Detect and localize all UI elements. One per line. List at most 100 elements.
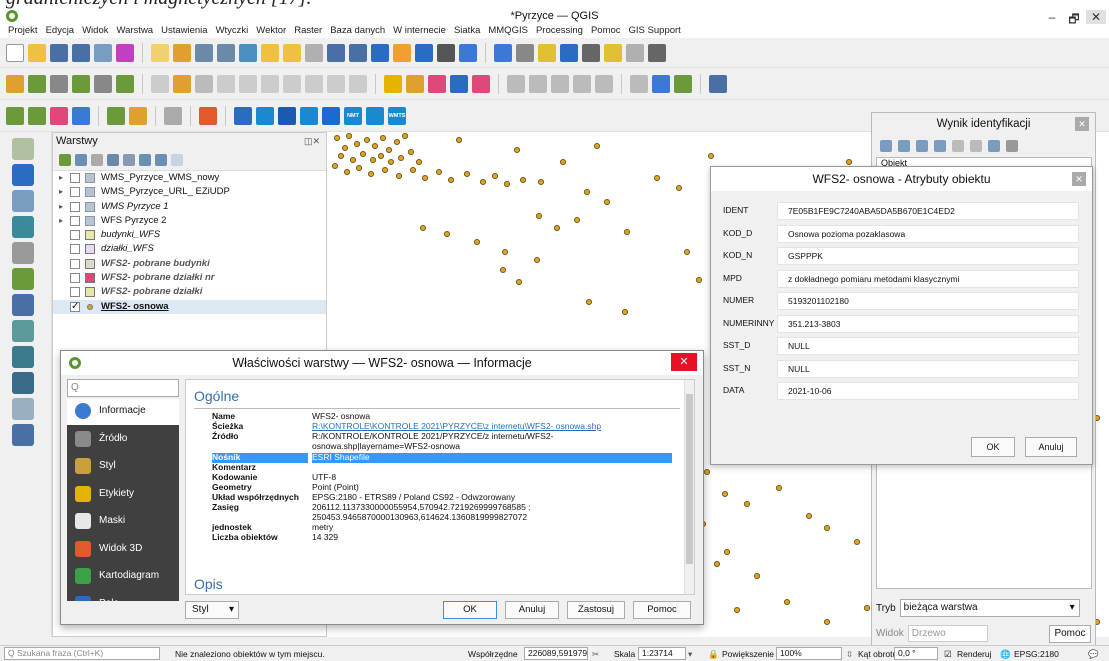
attribute-value-field[interactable]: z dokładnego pomiaru metodami klasycznym… — [777, 269, 1079, 288]
geodetic-point[interactable] — [337, 152, 344, 159]
layer-visibility-checkbox[interactable] — [70, 300, 80, 314]
layer-row[interactable]: ▸ WMS_Pyrzyce_URL_ EZiUDP — [53, 185, 326, 199]
toolbar-1-tool-icon-10[interactable] — [217, 74, 235, 93]
add-layer-icon-3[interactable] — [12, 216, 34, 238]
toolbar-1-tool-icon-14[interactable] — [305, 74, 323, 93]
add-layer-icon-6[interactable] — [12, 294, 34, 316]
menu-item-7[interactable]: Raster — [290, 24, 326, 38]
geodetic-point[interactable] — [499, 266, 506, 273]
menu-item-12[interactable]: Processing — [532, 24, 587, 38]
geodetic-point[interactable] — [573, 217, 580, 224]
geodetic-point[interactable] — [396, 173, 403, 180]
toolbar-0-tool-icon-24[interactable] — [516, 43, 534, 62]
geodetic-point[interactable] — [533, 257, 540, 264]
layer-row[interactable]: ▸ WMS Pyrzyce 1 — [53, 200, 326, 214]
add-layer-icon-7[interactable] — [12, 320, 34, 342]
toolbar-2-tool-icon-5[interactable] — [107, 106, 125, 125]
geodetic-point[interactable] — [805, 512, 812, 519]
scroll-thumb[interactable] — [686, 394, 693, 564]
close-window-button[interactable]: ✕ — [1086, 10, 1106, 24]
geodetic-point[interactable] — [723, 548, 730, 555]
toolbar-1-tool-icon-3[interactable] — [72, 74, 90, 93]
toolbar-1-tool-icon-30[interactable] — [630, 74, 648, 93]
toolbar-1-tool-icon-2[interactable] — [50, 74, 68, 93]
props-search-input[interactable]: Q — [67, 379, 179, 397]
geodetic-point[interactable] — [623, 229, 630, 236]
attribute-value-field[interactable]: 7E05B1FE9C7240ABA5DA5B670E1C4ED2 — [777, 202, 1079, 220]
toolbar-0-tool-icon-29[interactable] — [626, 43, 644, 62]
geodetic-point[interactable] — [343, 169, 350, 176]
toolbar-0-tool-icon-28[interactable] — [604, 43, 622, 62]
geodetic-point[interactable] — [559, 158, 566, 165]
add-layer-icon-1[interactable] — [12, 164, 34, 186]
geodetic-point[interactable] — [394, 139, 401, 145]
add-layer-icon-2[interactable] — [12, 190, 34, 212]
geodetic-point[interactable] — [721, 490, 728, 497]
toolbar-0-tool-icon-27[interactable] — [582, 43, 600, 62]
geodetic-point[interactable] — [386, 146, 393, 153]
settings-icon[interactable] — [1006, 140, 1018, 152]
geodetic-point[interactable] — [515, 278, 522, 285]
view-select[interactable]: Drzewo — [907, 625, 988, 642]
geodetic-point[interactable] — [463, 171, 470, 178]
layer-row[interactable]: ▸ WMS_Pyrzyce_WMS_nowy — [53, 171, 326, 185]
geodetic-point[interactable] — [436, 169, 443, 176]
content-scrollbar[interactable] — [684, 380, 694, 594]
nav-item-5[interactable]: Widok 3D — [67, 535, 179, 563]
toolbar-1-tool-icon-27[interactable] — [573, 74, 591, 93]
menu-item-4[interactable]: Ustawienia — [157, 24, 211, 38]
expand-arrow-icon[interactable]: ▸ — [59, 214, 63, 228]
nav-item-1[interactable]: Źródło — [67, 425, 179, 453]
geodetic-point[interactable] — [695, 276, 702, 283]
toolbar-1-tool-icon-25[interactable] — [529, 74, 547, 93]
render-checkbox-icon[interactable]: ☑ — [944, 649, 952, 660]
add-layer-icon-11[interactable] — [12, 424, 34, 446]
nav-item-6[interactable]: Kartodiagram — [67, 562, 179, 590]
layer-visibility-checkbox[interactable] — [70, 187, 80, 198]
layer-visibility-checkbox[interactable] — [70, 201, 80, 212]
deselect-icon[interactable] — [934, 140, 946, 152]
toolbar-1-tool-icon-7[interactable] — [151, 74, 169, 93]
geodetic-point[interactable] — [455, 137, 462, 143]
geodetic-point[interactable] — [355, 165, 362, 172]
attribute-value-field[interactable]: 2021-10-06 — [777, 382, 1079, 400]
toolbar-0-tool-icon-30[interactable] — [648, 43, 666, 62]
toolbar-1-tool-icon-28[interactable] — [595, 74, 613, 93]
geodetic-point[interactable] — [703, 468, 710, 475]
attribute-value-field[interactable]: GSPPPK — [777, 247, 1079, 265]
toolbar-0-tool-icon-7[interactable] — [151, 43, 169, 62]
geodetic-point[interactable] — [372, 142, 379, 149]
add-layer-icon-5[interactable] — [12, 268, 34, 290]
geodetic-point[interactable] — [593, 142, 600, 149]
geodetic-point[interactable] — [713, 560, 720, 567]
menu-item-2[interactable]: Widok — [78, 24, 112, 38]
geodetic-point[interactable] — [420, 225, 427, 232]
menu-item-6[interactable]: Wektor — [252, 24, 290, 38]
layer-visibility-checkbox[interactable] — [70, 215, 80, 226]
toolbar-0-tool-icon-10[interactable] — [217, 43, 235, 62]
toolbar-0-tool-icon-20[interactable] — [437, 43, 455, 62]
crs-label[interactable]: EPSG:2180 — [1014, 649, 1059, 659]
layer-row[interactable]: WFS2- pobrane działki nr — [53, 271, 326, 285]
geodetic-point[interactable] — [353, 140, 360, 147]
identify-help-button[interactable]: Pomoc — [1049, 625, 1091, 643]
toolbar-0-tool-icon-1[interactable] — [28, 43, 46, 62]
geodetic-point[interactable] — [775, 484, 782, 491]
geodetic-point[interactable] — [444, 231, 451, 238]
geodetic-point[interactable] — [332, 162, 338, 169]
toolbar-2-tool-icon-18[interactable] — [366, 106, 384, 125]
geodetic-point[interactable] — [360, 150, 367, 157]
toolbar-0-tool-icon-16[interactable] — [349, 43, 367, 62]
locator-search-input[interactable]: Q Szukana fraza (Ctrl+K) — [4, 647, 160, 660]
layer-row[interactable]: WFS2- pobrane działki — [53, 285, 326, 299]
toolbar-1-tool-icon-1[interactable] — [28, 74, 46, 93]
geodetic-point[interactable] — [733, 606, 740, 613]
toolbar-2-tool-icon-13[interactable] — [256, 106, 274, 125]
attribute-value-field[interactable]: Osnowa pozioma pozaklasowa — [777, 224, 1079, 243]
toolbar-2-tool-icon-10[interactable] — [199, 106, 217, 125]
menu-item-14[interactable]: GIS Support — [625, 24, 685, 38]
toolbar-2-tool-icon-15[interactable] — [300, 106, 318, 125]
toolbar-0-tool-icon-18[interactable] — [393, 43, 411, 62]
toolbar-1-tool-icon-5[interactable] — [116, 74, 134, 93]
view-options-icon[interactable] — [988, 140, 1000, 152]
